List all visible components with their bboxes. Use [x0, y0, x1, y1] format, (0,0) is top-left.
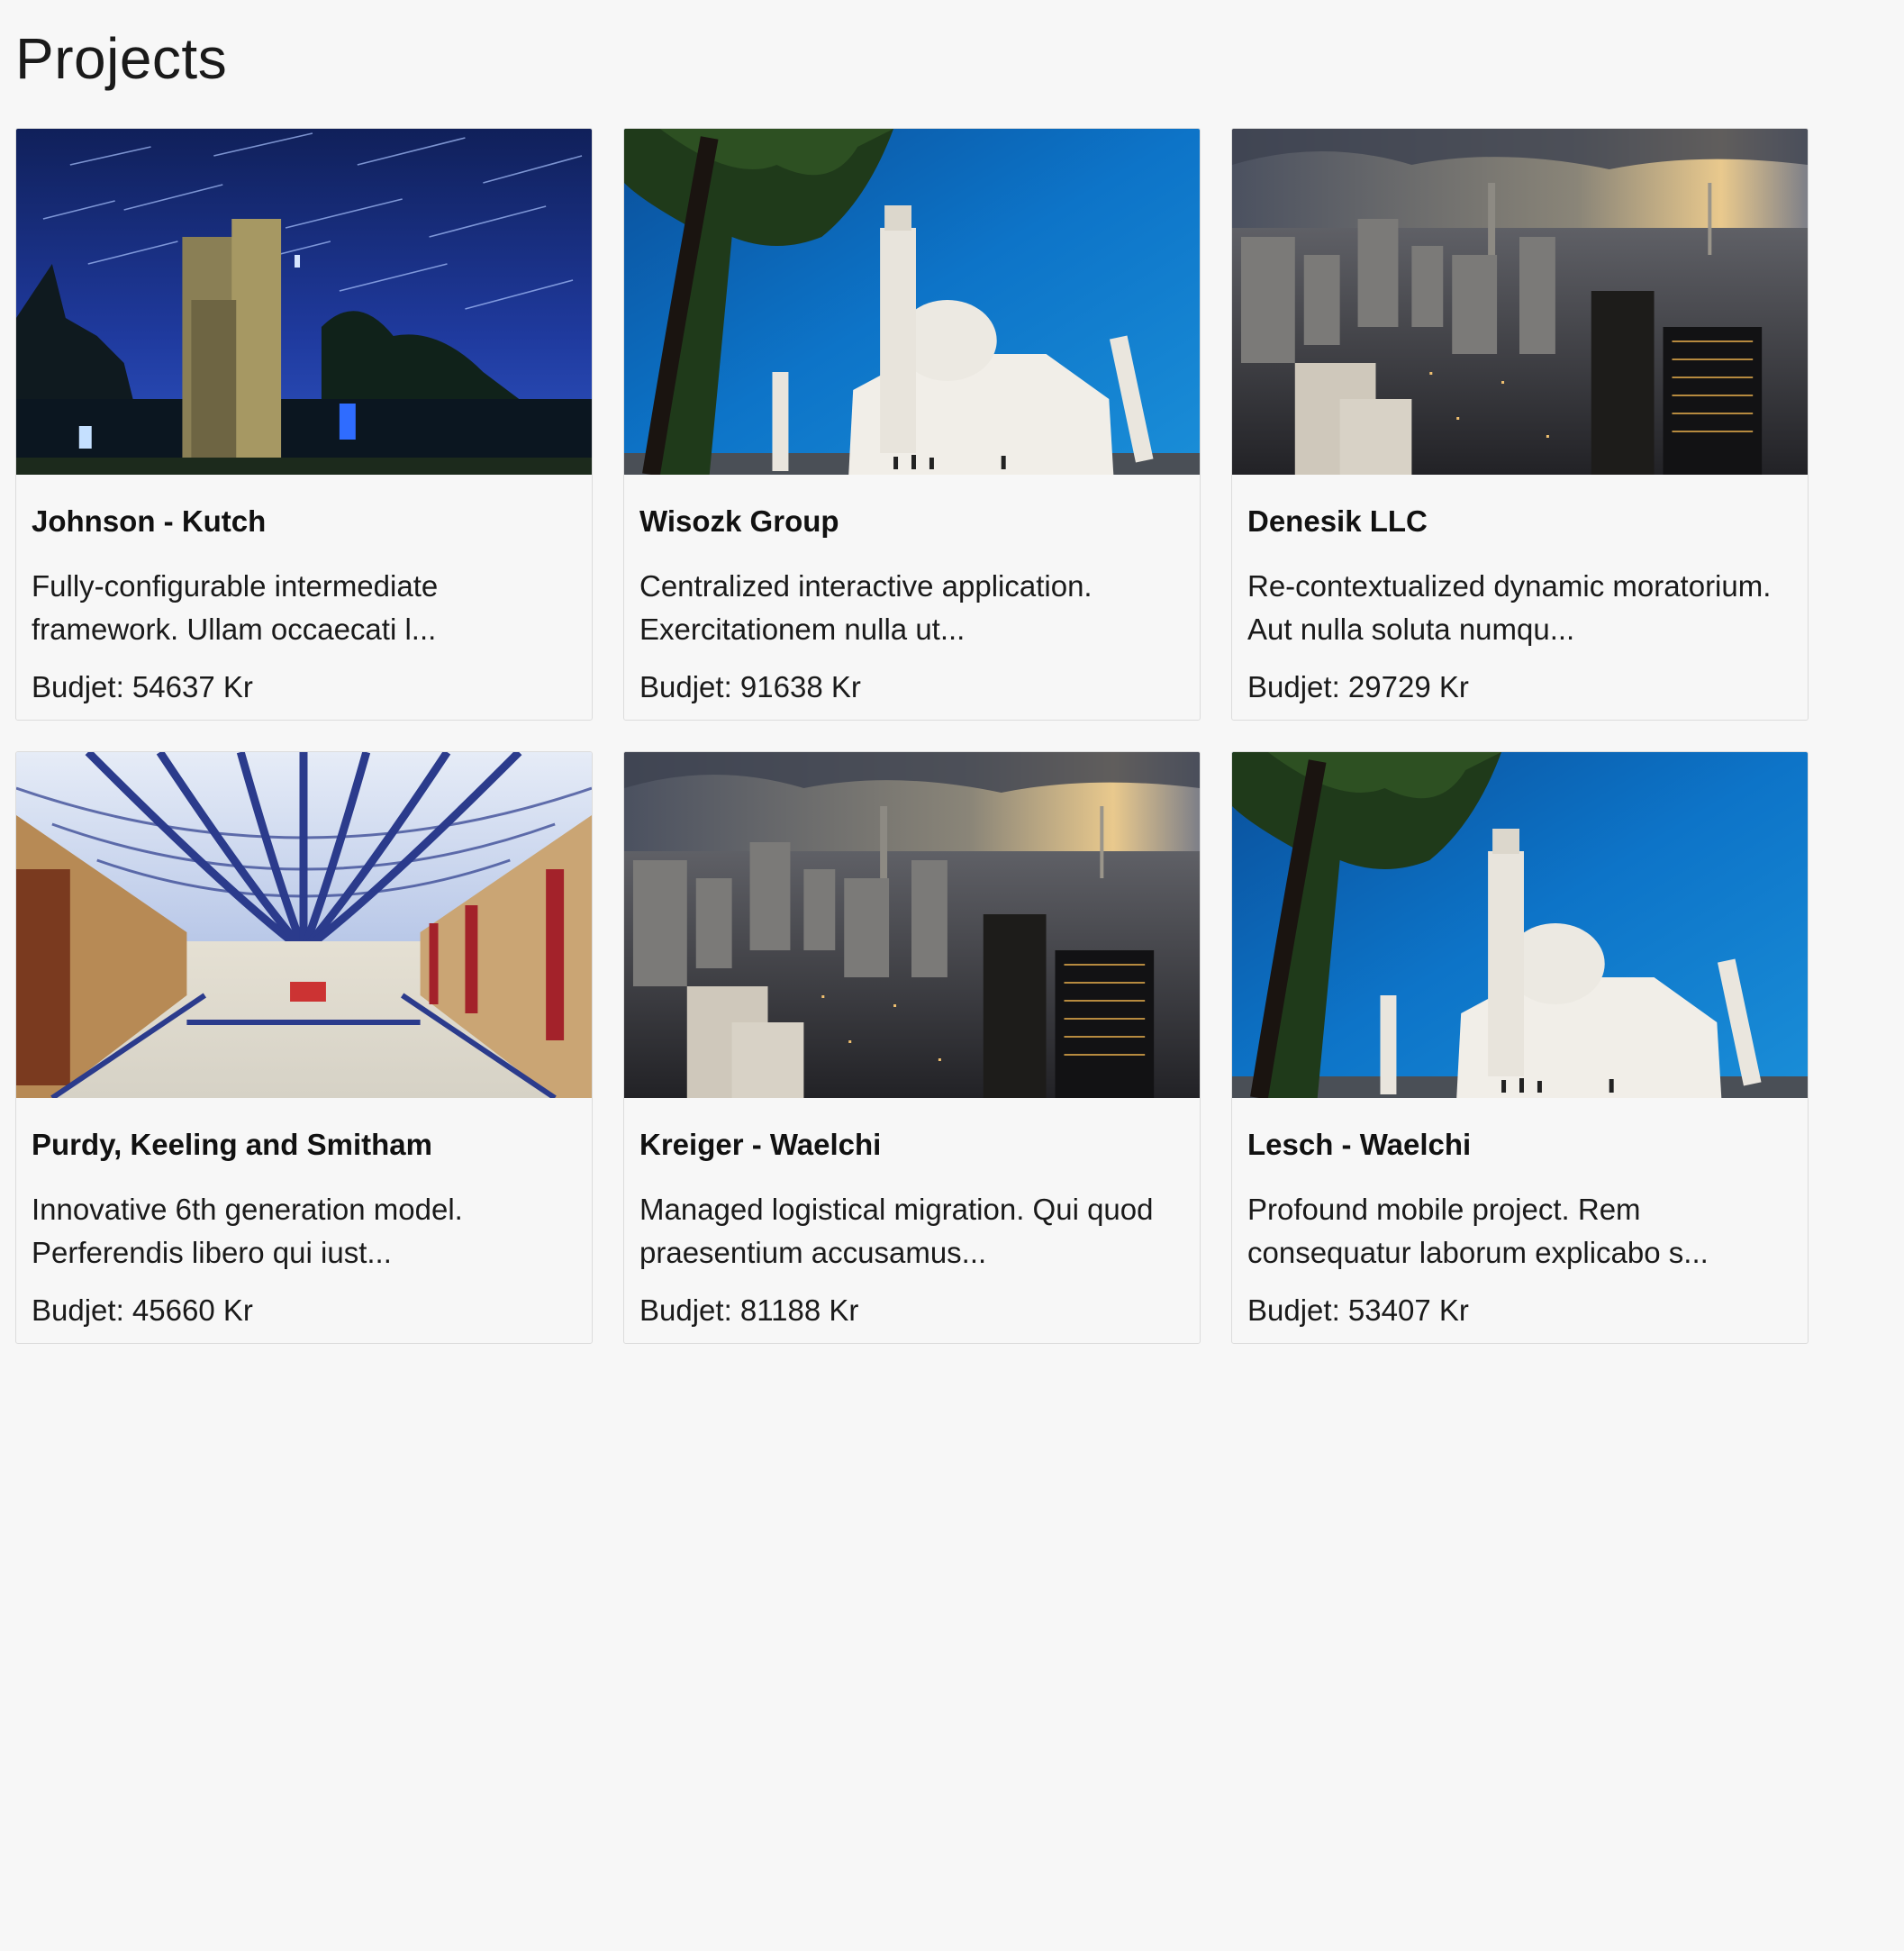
project-card[interactable]: Wisozk Group Centralized interactive app… [623, 128, 1201, 721]
project-image [624, 129, 1200, 475]
project-description: Innovative 6th generation model. Perfere… [32, 1193, 463, 1269]
project-card[interactable]: Lesch - Waelchi Profound mobile project.… [1231, 751, 1809, 1344]
project-description: Profound mobile project. Rem consequatur… [1247, 1193, 1709, 1269]
project-image [16, 129, 592, 475]
project-budget: Budjet: 54637 Kr [32, 670, 253, 703]
project-budget: Budjet: 91638 Kr [639, 670, 861, 703]
project-card[interactable]: Johnson - Kutch Fully-configurable inter… [15, 128, 593, 721]
page-title: Projects [15, 26, 228, 91]
project-name[interactable]: Denesik LLC [1247, 475, 1792, 540]
project-image [1232, 129, 1808, 475]
project-name[interactable]: Kreiger - Waelchi [639, 1098, 1184, 1163]
project-name[interactable]: Wisozk Group [639, 475, 1184, 540]
project-card[interactable]: Kreiger - Waelchi Managed logistical mig… [623, 751, 1201, 1344]
project-image [1232, 752, 1808, 1098]
project-budget: Budjet: 81188 Kr [639, 1293, 859, 1327]
project-name[interactable]: Purdy, Keeling and Smitham [32, 1098, 576, 1163]
project-name[interactable]: Lesch - Waelchi [1247, 1098, 1792, 1163]
project-budget: Budjet: 29729 Kr [1247, 670, 1469, 703]
project-budget: Budjet: 53407 Kr [1247, 1293, 1469, 1327]
project-name[interactable]: Johnson - Kutch [32, 475, 576, 540]
project-description: Re-contextualized dynamic moratorium. Au… [1247, 569, 1772, 646]
project-description: Fully-configurable intermediate framewor… [32, 569, 439, 646]
project-image [624, 752, 1200, 1098]
project-card[interactable]: Denesik LLC Re-contextualized dynamic mo… [1231, 128, 1809, 721]
project-description: Centralized interactive application. Exe… [639, 569, 1093, 646]
project-budget: Budjet: 45660 Kr [32, 1293, 253, 1327]
project-card[interactable]: Purdy, Keeling and Smitham Innovative 6t… [15, 751, 593, 1344]
project-description: Managed logistical migration. Qui quod p… [639, 1193, 1154, 1269]
project-image [16, 752, 592, 1098]
project-grid: Johnson - Kutch Fully-configurable inter… [15, 128, 1809, 1344]
